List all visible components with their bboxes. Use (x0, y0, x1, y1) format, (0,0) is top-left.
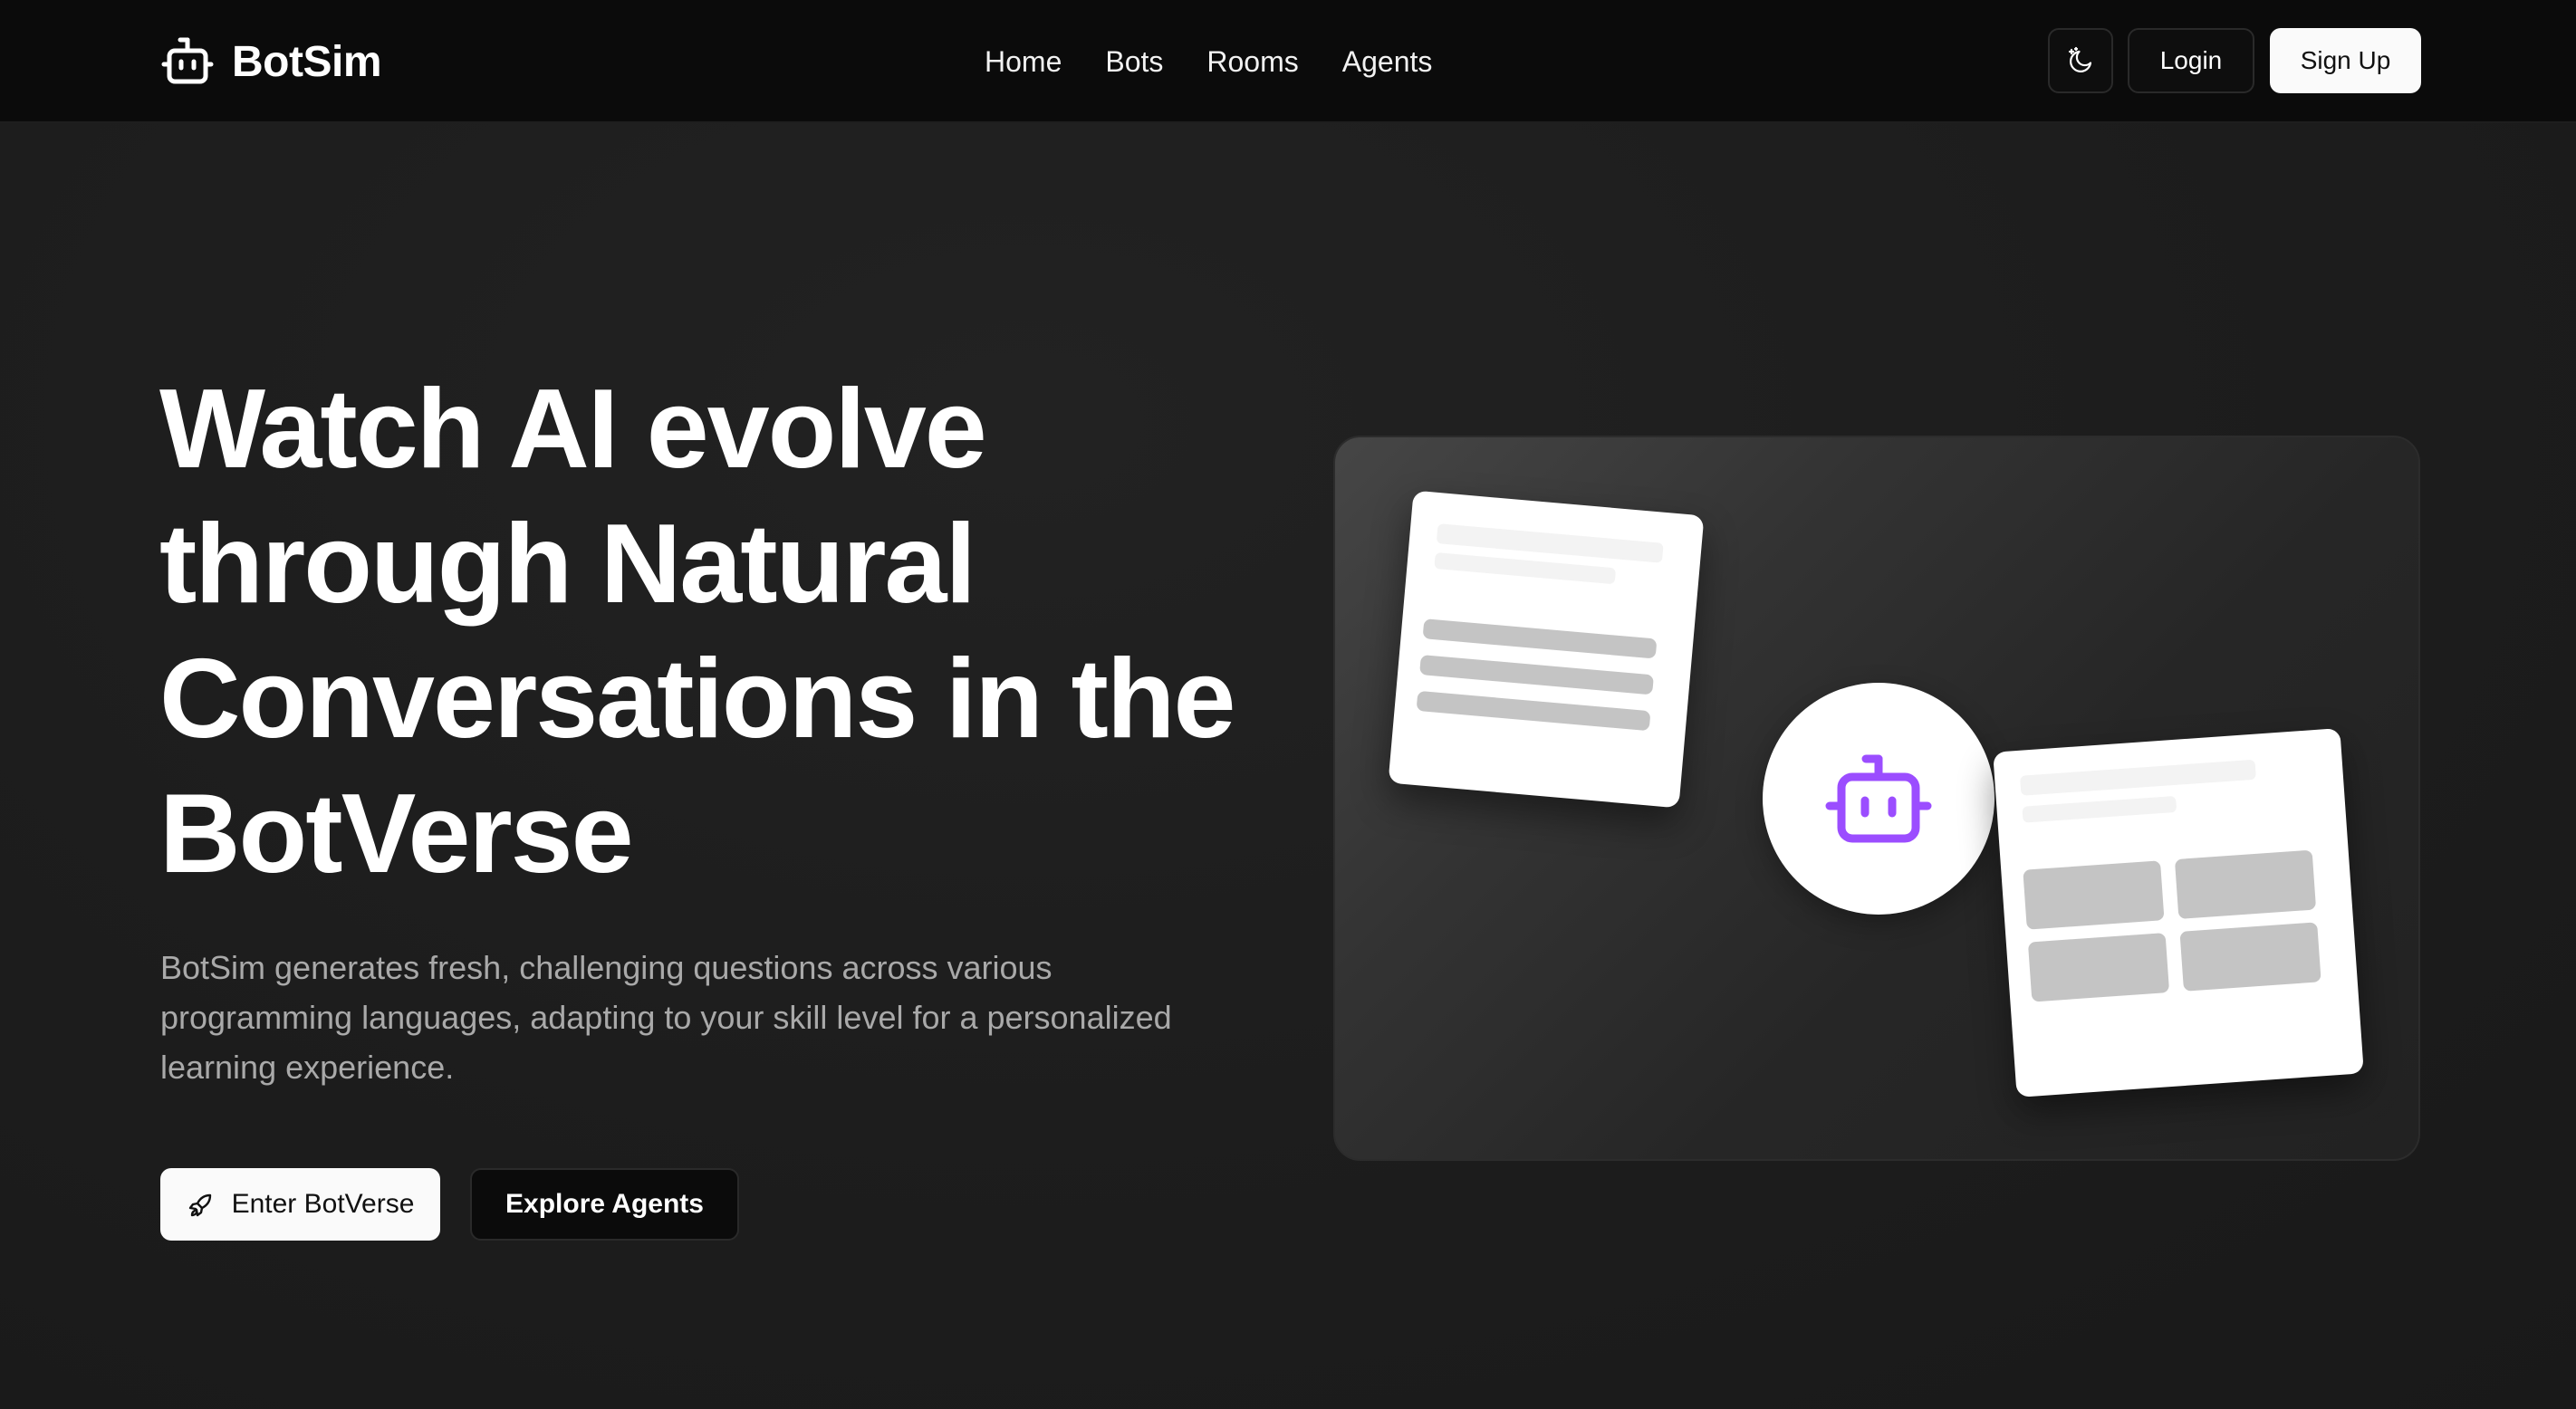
brand-name: BotSim (232, 37, 382, 86)
hero-description-line: BotSim generates fresh, challenging ques… (160, 949, 1053, 986)
enter-botverse-button[interactable]: Enter BotVerse (160, 1168, 440, 1241)
hero-description: BotSim generates fresh, challenging ques… (160, 943, 1202, 1092)
nav-bots[interactable]: Bots (1105, 42, 1163, 81)
bot-icon (1825, 754, 1932, 843)
signup-button[interactable]: Sign Up (2270, 28, 2421, 93)
bot-icon (161, 37, 214, 84)
card-ghost-line (2022, 795, 2177, 823)
hero-title-line: through Natural (159, 502, 976, 627)
card-text-bar (1416, 690, 1651, 732)
hero-title-line: BotVerse (159, 772, 634, 896)
hero-title-line: Watch AI evolve (159, 367, 987, 492)
grid-cell (2023, 860, 2165, 930)
grid-cell (2179, 922, 2321, 992)
theme-toggle-button[interactable] (2048, 28, 2113, 93)
hero-description-line: learning experience. (160, 1049, 455, 1086)
login-button[interactable]: Login (2128, 28, 2254, 93)
card-ghost-line (1434, 551, 1617, 585)
moon-stars-icon (2068, 46, 2092, 72)
card-text-bar (1419, 654, 1654, 695)
card-text-bar (1422, 618, 1658, 659)
hero-illustration (1333, 436, 2420, 1161)
navbar: BotSim Home Bots Rooms Agents Login Sign… (0, 0, 2576, 123)
nav-home[interactable]: Home (985, 42, 1062, 81)
hero-description-line: programming languages, adapting to your … (160, 999, 1172, 1036)
document-card (1388, 490, 1705, 809)
enter-botverse-label: Enter BotVerse (231, 1189, 415, 1219)
landing-page: BotSim Home Bots Rooms Agents Login Sign… (0, 0, 2576, 1409)
brand-logo[interactable]: BotSim (161, 34, 382, 89)
rocket-icon (188, 1193, 211, 1217)
main-nav: Home Bots Rooms Agents (985, 42, 1432, 81)
hero-title: Watch AI evolve through Natural Conversa… (159, 362, 1301, 902)
grid-cell (2174, 849, 2317, 919)
bot-avatar-circle (1763, 683, 1994, 915)
grid-card (1993, 728, 2364, 1097)
grid-cell (2027, 933, 2170, 1002)
nav-rooms[interactable]: Rooms (1206, 42, 1298, 81)
nav-agents[interactable]: Agents (1342, 42, 1433, 81)
explore-agents-button[interactable]: Explore Agents (470, 1168, 739, 1241)
hero-title-line: Conversations in the (159, 637, 1235, 762)
card-ghost-line (2020, 759, 2256, 796)
